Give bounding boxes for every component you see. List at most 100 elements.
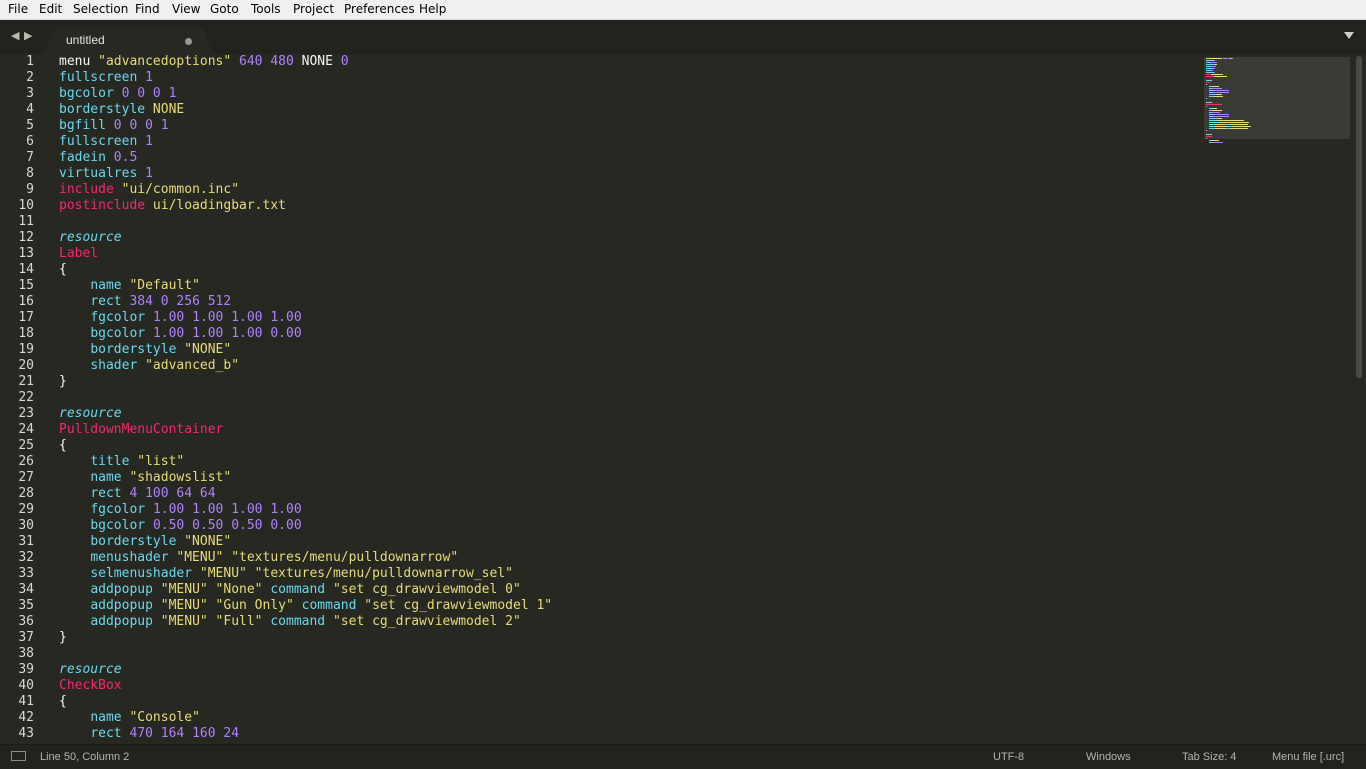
minimap-stroke	[1214, 64, 1218, 65]
menu-tools[interactable]: Tools	[250, 2, 282, 18]
code-line[interactable]: selmenushader "MENU" "textures/menu/pull…	[59, 566, 513, 582]
minimap-stroke	[1213, 68, 1215, 69]
code-line[interactable]: CheckBox	[59, 678, 122, 694]
code-line[interactable]: menushader "MENU" "textures/menu/pulldow…	[59, 550, 458, 566]
code-line[interactable]: rect 4 100 64 64	[59, 486, 215, 502]
code-token: "Default"	[129, 278, 200, 293]
code-line[interactable]: menu "advancedoptions" 640 480 NONE 0	[59, 54, 349, 70]
code-line[interactable]: shader "advanced_b"	[59, 358, 239, 374]
code-line[interactable]: name "Console"	[59, 710, 200, 726]
minimap-stroke	[1206, 72, 1214, 73]
code-line[interactable]: addpopup "MENU" "Full" command "set cg_d…	[59, 614, 521, 630]
minimap-stroke	[1206, 84, 1207, 85]
code-line[interactable]: borderstyle NONE	[59, 102, 184, 118]
code-line[interactable]: {	[59, 438, 67, 454]
tab-list-dropdown-icon[interactable]	[1344, 32, 1354, 39]
line-number: 19	[18, 342, 34, 357]
code-token: 0 0 0 1	[121, 86, 177, 101]
code-line[interactable]: include "ui/common.inc"	[59, 182, 239, 198]
code-line[interactable]: resource	[59, 406, 122, 422]
encoding-indicator[interactable]: UTF-8	[993, 751, 1024, 763]
cursor-position[interactable]: Line 50, Column 2	[40, 751, 129, 763]
code-line[interactable]: name "shadowslist"	[59, 470, 231, 486]
line-number-gutter: 1 2 3 4 5 6 7 8 9 10 11 12 13 14 15 16 17 18 19 20 21 22 23 24 2…	[0, 54, 46, 744]
code-line[interactable]: rect 384 0 256 512	[59, 294, 231, 310]
code-token: {	[59, 262, 67, 277]
code-line[interactable]: rect 470 164 160 24	[59, 726, 239, 742]
minimap-stroke	[1217, 118, 1222, 119]
code-line[interactable]: PulldownMenuContainer	[59, 422, 223, 438]
code-token: "set cg_drawviewmodel 2"	[332, 614, 521, 629]
code-line[interactable]: {	[59, 694, 67, 710]
code-line[interactable]: }	[59, 630, 67, 646]
code-token: "MENU" "textures/menu/pulldownarrow_sel"	[199, 566, 513, 581]
tab-untitled[interactable]: untitled	[44, 27, 214, 54]
menu-goto[interactable]: Goto	[209, 2, 240, 18]
minimap-stroke	[1209, 120, 1217, 121]
code-line[interactable]: borderstyle "NONE"	[59, 342, 231, 358]
line-number: 15	[18, 278, 34, 293]
code-line[interactable]: fgcolor 1.00 1.00 1.00 1.00	[59, 310, 301, 326]
code-line[interactable]: {	[59, 262, 67, 278]
minimap-stroke	[1218, 122, 1249, 123]
tab-size-indicator[interactable]: Tab Size: 4	[1182, 751, 1236, 763]
code-line[interactable]: resource	[59, 662, 122, 678]
menu-view[interactable]: View	[171, 2, 201, 18]
panel-toggle-icon[interactable]	[11, 751, 26, 761]
minimap-stroke	[1206, 106, 1207, 107]
editor-area[interactable]: 1 2 3 4 5 6 7 8 9 10 11 12 13 14 15 16 17 18 19 20 21 22 23 24 2…	[0, 54, 1366, 744]
code-line[interactable]: resource	[59, 230, 122, 246]
code-line[interactable]: bgcolor 0.50 0.50 0.50 0.00	[59, 518, 301, 534]
minimap[interactable]	[1204, 54, 1350, 744]
code-line[interactable]: name "Default"	[59, 278, 200, 294]
line-number: 6	[26, 134, 34, 149]
code-line[interactable]: addpopup "MENU" "Gun Only" command "set …	[59, 598, 552, 614]
menu-help[interactable]: Help	[418, 2, 447, 18]
line-number: 29	[18, 502, 34, 517]
code-line[interactable]: }	[59, 374, 67, 390]
code-token: 0.5	[113, 150, 138, 165]
unsaved-dot-icon[interactable]	[185, 38, 192, 45]
line-number: 17	[18, 310, 34, 325]
code-line[interactable]: addpopup "MENU" "None" command "set cg_d…	[59, 582, 521, 598]
line-number: 34	[18, 582, 34, 597]
vertical-scrollbar[interactable]	[1356, 56, 1362, 378]
code-line[interactable]: borderstyle "NONE"	[59, 534, 231, 550]
code-line[interactable]: fullscreen 1	[59, 134, 153, 150]
code-line[interactable]: bgcolor 1.00 1.00 1.00 0.00	[59, 326, 301, 342]
menu-file[interactable]: File	[7, 2, 29, 18]
code-line[interactable]: bgfill 0 0 0 1	[59, 118, 169, 134]
line-number: 16	[18, 294, 34, 309]
line-number: 20	[18, 358, 34, 373]
menu-find[interactable]: Find	[134, 2, 161, 18]
minimap-stroke	[1206, 98, 1207, 99]
menu-selection[interactable]: Selection	[72, 2, 129, 18]
code-line[interactable]: fgcolor 1.00 1.00 1.00 1.00	[59, 502, 301, 518]
line-number: 2	[26, 70, 34, 85]
code-line[interactable]: title "list"	[59, 454, 184, 470]
code-token: 470 164 160 24	[129, 726, 240, 741]
code-line[interactable]: postinclude ui/loadingbar.txt	[59, 198, 286, 214]
menu-project[interactable]: Project	[292, 2, 335, 18]
code-line[interactable]: fullscreen 1	[59, 70, 153, 86]
minimap-stroke	[1217, 94, 1222, 95]
code-token: "shadowslist"	[129, 470, 232, 485]
menu-edit[interactable]: Edit	[38, 2, 63, 18]
tab-prev-icon[interactable]: ◀	[11, 29, 19, 42]
minimap-stroke	[1214, 92, 1229, 93]
code-line[interactable]: bgcolor 0 0 0 1	[59, 86, 176, 102]
code-line[interactable]: virtualres 1	[59, 166, 153, 182]
tab-next-icon[interactable]: ▶	[24, 29, 32, 42]
code-token: borderstyle	[90, 342, 185, 357]
code-line[interactable]: Label	[59, 246, 98, 262]
line-endings-indicator[interactable]: Windows	[1086, 751, 1131, 763]
menu-preferences[interactable]: Preferences	[343, 2, 416, 18]
syntax-indicator[interactable]: Menu file [.urc]	[1272, 751, 1344, 763]
code-text[interactable]: menu "advancedoptions" 640 480 NONE 0 ful…	[59, 54, 1199, 744]
minimap-stroke	[1206, 102, 1212, 103]
code-token: NONE	[293, 54, 341, 69]
minimap-stroke	[1209, 94, 1218, 95]
code-line[interactable]: fadein 0.5	[59, 150, 137, 166]
